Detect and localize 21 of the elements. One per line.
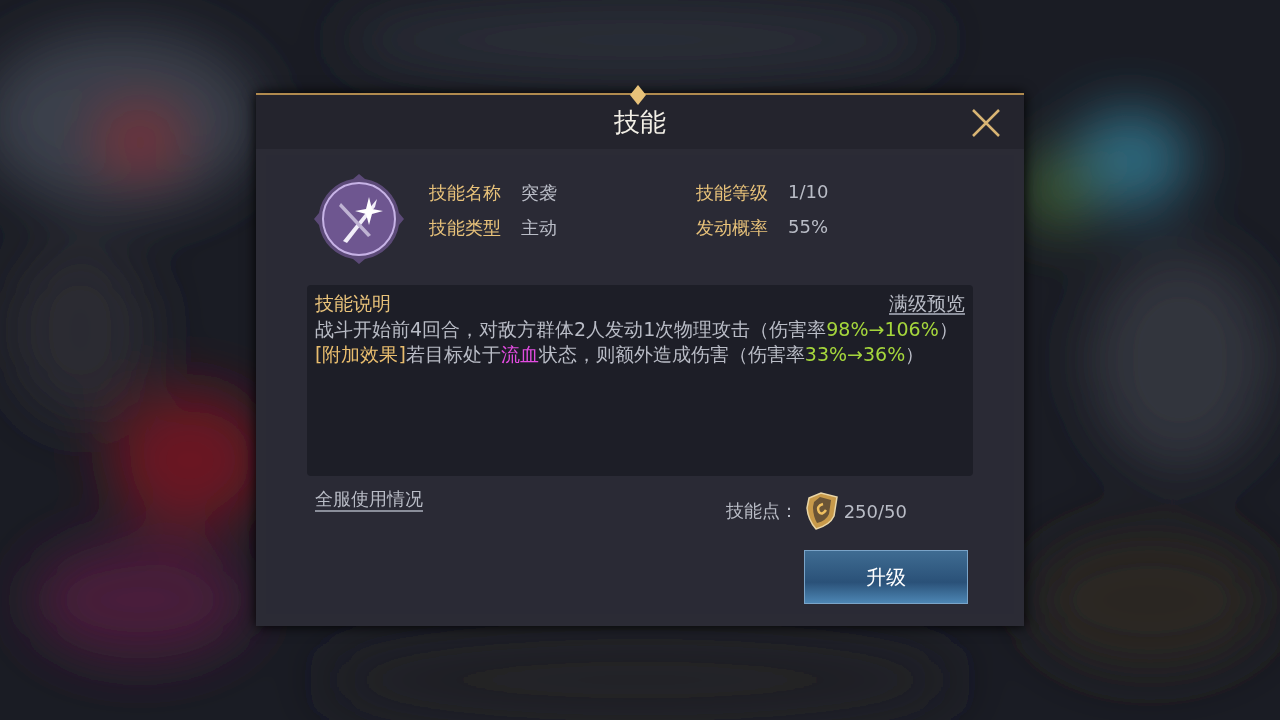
field-value: 1/10 xyxy=(788,180,829,204)
close-icon[interactable] xyxy=(970,107,1002,139)
upgrade-button[interactable]: 升级 xyxy=(804,550,968,604)
field-label: 技能等级 xyxy=(696,180,768,205)
dagger-emblem-icon xyxy=(313,173,405,265)
dialog-title: 技能 xyxy=(614,105,666,139)
field-label: 技能名称 xyxy=(429,180,501,205)
description-text: [附加效果]若目标处于流血状态，则额外造成伤害（伤害率33%→36%） xyxy=(315,342,926,367)
description-text: 战斗开始前4回合，对敌方群体2人发动1次物理攻击（伤害率98%→106%） xyxy=(315,317,959,342)
usage-link[interactable]: 全服使用情况 xyxy=(315,488,423,512)
points-label: 技能点： xyxy=(725,499,798,523)
field-value: 突袭 xyxy=(521,180,557,205)
points-value: 250/50 xyxy=(843,500,907,522)
field-value: 主动 xyxy=(521,215,557,240)
preview-link[interactable]: 满级预览 xyxy=(889,292,965,316)
shield-icon xyxy=(803,492,838,530)
field-label: 发动概率 xyxy=(696,215,768,240)
field-label: 技能类型 xyxy=(429,215,501,240)
section-title: 技能说明 xyxy=(315,291,391,316)
field-value: 55% xyxy=(788,215,828,239)
diamond-ornament-icon xyxy=(630,85,646,105)
